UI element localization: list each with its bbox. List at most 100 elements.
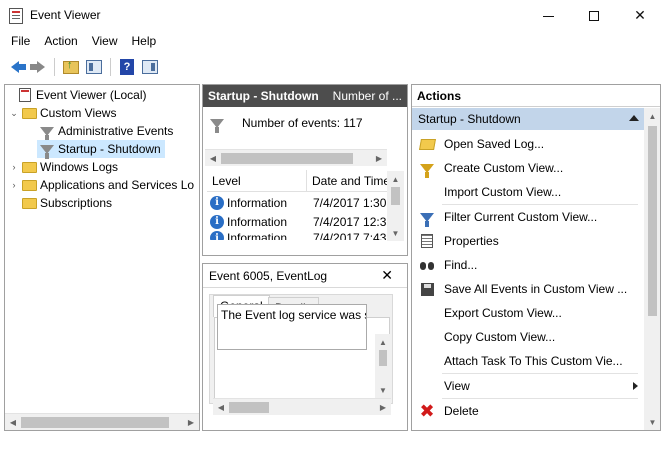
action-label: Find... (444, 258, 478, 272)
tree-item-startup-shutdown[interactable]: Startup - Shutdown (37, 140, 165, 159)
action-properties[interactable]: Properties (412, 230, 644, 252)
folder-icon (21, 105, 37, 121)
menu-help[interactable]: Help (125, 32, 164, 52)
tree-item-windows-logs[interactable]: › Windows Logs (9, 158, 119, 176)
scroll-up-icon[interactable]: ▲ (644, 108, 660, 124)
close-icon: ✕ (634, 7, 646, 23)
action-filter-current-custom-view[interactable]: Filter Current Custom View... (412, 206, 644, 228)
scroll-down-icon[interactable]: ▼ (375, 382, 391, 398)
tree-item-label: Startup - Shutdown (58, 142, 161, 156)
show-hide-action-pane-button[interactable] (140, 57, 160, 77)
tree-item-custom-views[interactable]: ⌄ Custom Views (9, 104, 116, 122)
scrollbar-thumb[interactable] (648, 126, 657, 316)
event-row[interactable]: i Information 7/4/2017 1:30: (207, 193, 387, 212)
scroll-up-icon[interactable]: ▲ (375, 334, 391, 350)
actions-separator (442, 373, 638, 374)
scrollbar-thumb[interactable] (221, 153, 353, 164)
event-level-cell: i Information (207, 214, 307, 229)
events-pane-title: Startup - Shutdown (208, 89, 319, 103)
back-arrow-icon (11, 61, 26, 73)
collapsed-chevron-icon[interactable]: › (9, 162, 19, 172)
event-date: 7/4/2017 12:35 (313, 214, 387, 229)
scroll-left-icon[interactable]: ◀ (5, 414, 21, 430)
filter-icon (418, 159, 436, 178)
close-button[interactable]: ✕ (617, 0, 663, 31)
collapse-up-icon[interactable] (629, 115, 639, 121)
scrollbar-thumb[interactable] (21, 417, 169, 428)
binoculars-icon (418, 256, 436, 274)
tree-item-applications-services[interactable]: › Applications and Services Lo (9, 176, 195, 194)
scroll-right-icon[interactable]: ▶ (375, 399, 391, 416)
scroll-down-icon[interactable]: ▼ (644, 414, 660, 430)
events-horizontal-scrollbar-top[interactable]: ◀ ▶ (205, 149, 387, 166)
close-detail-icon[interactable]: ✕ (381, 267, 393, 284)
scroll-right-icon[interactable]: ▶ (183, 414, 199, 430)
event-count-row: Number of events: 117 (207, 113, 363, 133)
action-find[interactable]: Find... (412, 254, 644, 276)
action-copy-custom-view[interactable]: Copy Custom View... (412, 326, 644, 348)
event-description[interactable]: The Event log service was st (217, 304, 367, 350)
menu-view[interactable]: View (85, 32, 125, 52)
scrollbar-thumb[interactable] (379, 350, 387, 366)
events-vertical-scrollbar[interactable]: ▲ ▼ (387, 171, 404, 241)
event-row[interactable]: i Information 7/4/2017 7:43: (207, 231, 387, 240)
tree-item-label: Windows Logs (40, 160, 119, 174)
actions-vertical-scrollbar[interactable]: ▲ ▼ (644, 108, 660, 430)
minimize-icon (542, 16, 554, 17)
action-create-custom-view[interactable]: Create Custom View... (412, 157, 644, 179)
blank-icon (418, 304, 436, 322)
menu-file[interactable]: File (4, 32, 37, 52)
tree-item-label: Subscriptions (40, 196, 113, 210)
up-one-level-button[interactable] (61, 57, 81, 77)
window-title: Event Viewer (30, 8, 101, 22)
scrollbar-thumb[interactable] (229, 402, 269, 413)
description-vertical-scrollbar[interactable]: ▲ ▼ (375, 334, 391, 398)
scroll-left-icon[interactable]: ◀ (205, 150, 221, 167)
minimize-button[interactable] (525, 0, 571, 31)
description-horizontal-scrollbar[interactable]: ◀ ▶ (213, 398, 391, 415)
help-button[interactable]: ? (117, 57, 137, 77)
action-label: Attach Task To This Custom Vie... (444, 354, 623, 368)
event-level: Information (227, 231, 288, 240)
collapsed-chevron-icon[interactable]: › (9, 180, 19, 190)
action-delete[interactable]: ✖ Delete (412, 400, 644, 422)
filter-icon (209, 115, 225, 133)
folder-icon (21, 177, 37, 193)
scroll-down-icon[interactable]: ▼ (387, 225, 404, 241)
menu-action[interactable]: Action (37, 32, 84, 52)
scroll-right-icon[interactable]: ▶ (371, 150, 387, 167)
scrollbar-thumb[interactable] (391, 187, 400, 205)
back-button[interactable] (5, 57, 26, 77)
scroll-up-icon[interactable]: ▲ (387, 171, 404, 187)
action-label: Properties (444, 234, 499, 248)
maximize-button[interactable] (571, 0, 617, 31)
folder-icon (21, 195, 37, 211)
forward-button[interactable] (28, 57, 48, 77)
action-save-all-events[interactable]: Save All Events in Custom View ... (412, 278, 644, 300)
tree-item-subscriptions[interactable]: Subscriptions (9, 194, 112, 212)
column-header-level[interactable]: Level (207, 170, 307, 191)
tree-item-administrative-events[interactable]: Administrative Events (37, 122, 173, 141)
forward-arrow-icon (30, 61, 45, 73)
event-row[interactable]: i Information 7/4/2017 12:35 (207, 212, 387, 231)
action-attach-task[interactable]: Attach Task To This Custom Vie... (412, 350, 644, 372)
scroll-left-icon[interactable]: ◀ (213, 399, 229, 416)
filter-icon (39, 123, 55, 141)
action-import-custom-view[interactable]: Import Custom View... (412, 181, 644, 203)
events-pane-subtitle: Number of ... (332, 89, 403, 103)
action-view-submenu[interactable]: View (412, 375, 644, 397)
action-export-custom-view[interactable]: Export Custom View... (412, 302, 644, 324)
blank-icon (418, 183, 436, 201)
action-label: View (444, 379, 470, 393)
show-hide-console-tree-button[interactable] (84, 57, 104, 77)
column-header-date[interactable]: Date and Time (307, 170, 387, 191)
expanded-chevron-icon[interactable]: ⌄ (9, 108, 19, 119)
save-icon (418, 280, 436, 298)
action-open-saved-log[interactable]: Open Saved Log... (412, 133, 644, 155)
event-detail-header: Event 6005, EventLog ✕ (203, 264, 407, 288)
tree-item-label: Custom Views (40, 106, 117, 120)
tree-horizontal-scrollbar[interactable]: ◀ ▶ (5, 413, 199, 430)
actions-section-startup-shutdown[interactable]: Startup - Shutdown (412, 108, 645, 130)
tree-item-event-viewer-local[interactable]: Event Viewer (Local) (5, 86, 147, 104)
actions-section-label: Startup - Shutdown (418, 112, 521, 126)
